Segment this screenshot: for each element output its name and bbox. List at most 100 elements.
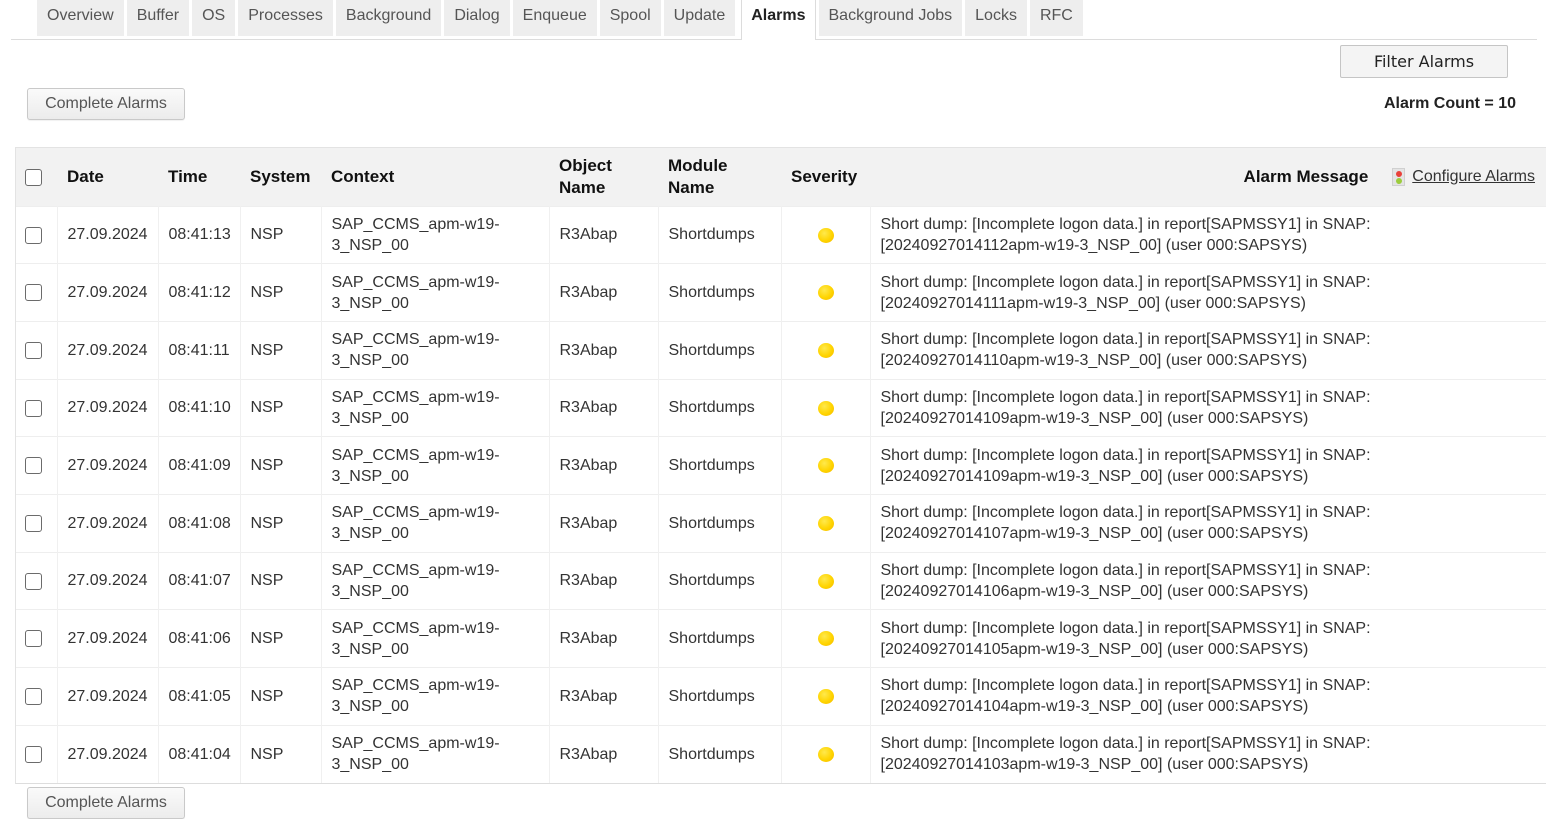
tab-background-jobs[interactable]: Background Jobs: [818, 0, 963, 36]
traffic-light-icon: [1392, 167, 1406, 186]
cell-alarm-message: Short dump: [Incomplete logon data.] in …: [869, 725, 1546, 783]
cell-system: NSP: [239, 436, 321, 495]
cell-alarm-message: Short dump: [Incomplete logon data.] in …: [869, 667, 1546, 726]
row-checkbox[interactable]: [25, 515, 42, 533]
cell-module-name: Shortdumps: [657, 725, 781, 783]
severity-yellow-icon: [817, 342, 834, 358]
row-select-cell: [16, 610, 57, 668]
table-row[interactable]: 27.09.2024 08:41:13 NSP SAP_CCMS_apm-w19-3_…: [16, 206, 1546, 264]
row-checkbox[interactable]: [25, 688, 42, 706]
cell-time: 08:41:05: [157, 667, 240, 726]
cell-severity: [780, 206, 870, 264]
tab-rfc[interactable]: RFC: [1029, 0, 1083, 36]
row-checkbox[interactable]: [25, 284, 42, 302]
cell-severity: [780, 263, 870, 322]
header-context[interactable]: Context: [321, 148, 549, 206]
filter-alarms-button[interactable]: Filter Alarms: [1340, 45, 1508, 78]
complete-alarms-button-bottom[interactable]: Complete Alarms: [27, 787, 185, 819]
header-alarm-message[interactable]: Alarm Message: [1244, 166, 1369, 188]
tab-alarms[interactable]: Alarms: [741, 0, 816, 40]
table-row[interactable]: 27.09.2024 08:41:06 NSP SAP_CCMS_apm-w19-3_…: [16, 609, 1546, 668]
alarms-table-container: Date Time System Context Object Name Mod…: [15, 147, 1546, 784]
cell-system: NSP: [239, 667, 321, 726]
table-row[interactable]: 27.09.2024 08:41:08 NSP SAP_CCMS_apm-w19-3_…: [16, 494, 1546, 553]
tab-update[interactable]: Update: [663, 0, 736, 36]
cell-object-name: R3Abap: [548, 725, 658, 783]
tab-locks[interactable]: Locks: [965, 0, 1027, 36]
cell-module-name: Shortdumps: [657, 263, 781, 322]
cell-system: NSP: [239, 494, 321, 553]
table-row[interactable]: 27.09.2024 08:41:04 NSP SAP_CCMS_apm-w19-3_…: [16, 725, 1546, 783]
tab-overview[interactable]: Overview: [37, 0, 124, 36]
header-object-name[interactable]: Object Name: [549, 148, 658, 206]
cell-time: 08:41:13: [157, 206, 240, 264]
cell-date: 27.09.2024: [56, 263, 158, 322]
table-row[interactable]: 27.09.2024 08:41:11 NSP SAP_CCMS_apm-w19-3_…: [16, 321, 1546, 380]
row-checkbox[interactable]: [25, 457, 42, 475]
tab-bar: Overview Buffer OS Processes Background Dialo…: [11, 0, 1537, 40]
table-row[interactable]: 27.09.2024 08:41:07 NSP SAP_CCMS_apm-w19-3_…: [16, 552, 1546, 610]
cell-object-name: R3Abap: [548, 321, 658, 380]
row-select-cell: [16, 725, 57, 783]
cell-system: NSP: [239, 552, 321, 610]
tab-processes[interactable]: Processes: [238, 0, 333, 36]
table-row[interactable]: 27.09.2024 08:41:10 NSP SAP_CCMS_apm-w19-3_…: [16, 379, 1546, 437]
row-checkbox[interactable]: [25, 226, 42, 244]
cell-time: 08:41:08: [157, 494, 240, 553]
header-system[interactable]: System: [240, 148, 321, 206]
cell-alarm-message: Short dump: [Incomplete logon data.] in …: [869, 552, 1546, 610]
row-checkbox[interactable]: [25, 746, 42, 764]
cell-date: 27.09.2024: [56, 379, 158, 437]
cell-time: 08:41:10: [157, 379, 240, 437]
cell-date: 27.09.2024: [56, 321, 158, 380]
cell-date: 27.09.2024: [56, 206, 158, 264]
cell-object-name: R3Abap: [548, 379, 658, 437]
cell-module-name: Shortdumps: [657, 436, 781, 495]
header-date[interactable]: Date: [57, 148, 158, 206]
cell-object-name: R3Abap: [548, 206, 658, 264]
cell-object-name: R3Abap: [548, 494, 658, 553]
cell-system: NSP: [239, 725, 321, 783]
cell-severity: [780, 436, 870, 495]
cell-time: 08:41:09: [157, 436, 240, 495]
header-severity[interactable]: Severity: [781, 148, 870, 206]
severity-yellow-icon: [817, 573, 834, 589]
complete-alarms-button-top[interactable]: Complete Alarms: [27, 88, 185, 120]
cell-module-name: Shortdumps: [657, 321, 781, 380]
tab-background[interactable]: Background: [335, 0, 442, 36]
configure-alarms-link[interactable]: Configure Alarms: [1392, 166, 1535, 188]
cell-context: SAP_CCMS_apm-w19-3_NSP_00: [320, 379, 549, 437]
select-all-checkbox[interactable]: [25, 168, 42, 186]
tab-spool[interactable]: Spool: [599, 0, 661, 36]
table-row[interactable]: 27.09.2024 08:41:09 NSP SAP_CCMS_apm-w19-3_…: [16, 436, 1546, 495]
severity-yellow-icon: [817, 689, 834, 705]
cell-system: NSP: [239, 379, 321, 437]
severity-yellow-icon: [817, 285, 834, 301]
row-checkbox[interactable]: [25, 341, 42, 359]
tab-enqueue[interactable]: Enqueue: [512, 0, 597, 36]
cell-context: SAP_CCMS_apm-w19-3_NSP_00: [320, 436, 549, 495]
table-row[interactable]: 27.09.2024 08:41:12 NSP SAP_CCMS_apm-w19-3_…: [16, 263, 1546, 322]
table-row[interactable]: 27.09.2024 08:41:05 NSP SAP_CCMS_apm-w19-3_…: [16, 667, 1546, 726]
row-checkbox[interactable]: [25, 572, 42, 590]
cell-system: NSP: [239, 206, 321, 264]
tab-buffer[interactable]: Buffer: [126, 0, 190, 36]
header-module-name[interactable]: Module Name: [658, 148, 781, 206]
tab-os[interactable]: OS: [192, 0, 236, 36]
cell-severity: [780, 609, 870, 668]
cell-alarm-message: Short dump: [Incomplete logon data.] in …: [869, 263, 1546, 322]
cell-module-name: Shortdumps: [657, 667, 781, 726]
cell-context: SAP_CCMS_apm-w19-3_NSP_00: [320, 206, 549, 264]
row-checkbox[interactable]: [25, 399, 42, 417]
cell-system: NSP: [239, 321, 321, 380]
cell-alarm-message: Short dump: [Incomplete logon data.] in …: [869, 609, 1546, 668]
cell-system: NSP: [239, 609, 321, 668]
cell-date: 27.09.2024: [56, 609, 158, 668]
cell-object-name: R3Abap: [548, 436, 658, 495]
cell-context: SAP_CCMS_apm-w19-3_NSP_00: [320, 494, 549, 553]
cell-object-name: R3Abap: [548, 263, 658, 322]
header-time[interactable]: Time: [158, 148, 240, 206]
tab-dialog[interactable]: Dialog: [444, 0, 510, 36]
row-checkbox[interactable]: [25, 630, 42, 648]
severity-yellow-icon: [817, 631, 834, 647]
